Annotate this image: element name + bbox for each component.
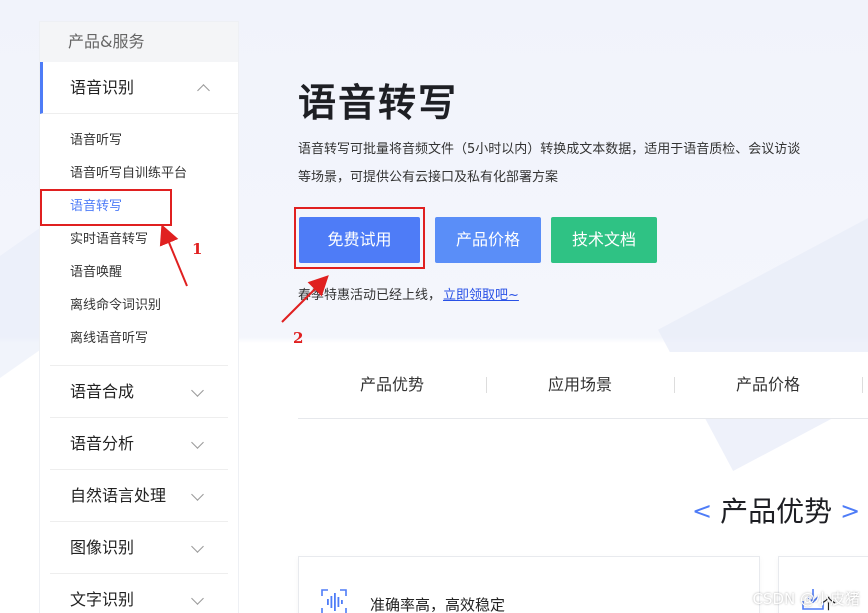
tab-product-advantages[interactable]: 产品优势	[298, 352, 486, 418]
card-title: 准确率高，高效稳定	[370, 596, 506, 613]
sidebar-category-speech-synthesis[interactable]: 语音合成	[50, 366, 228, 418]
sidebar-subitem-dictation[interactable]: 语音听写	[50, 124, 228, 157]
promo-banner: 春季特惠活动已经上线， 立即领取吧~	[298, 284, 519, 303]
sidebar-category-label: 文字识别	[70, 590, 135, 609]
chevron-up-icon	[197, 83, 210, 97]
section-tabs: 产品优势 应用场景 产品价格	[298, 352, 868, 419]
sidebar-subitem-offline-command[interactable]: 离线命令词识别	[50, 289, 228, 322]
product-price-button[interactable]: 产品价格	[435, 217, 541, 263]
promo-link[interactable]: 立即领取吧~	[443, 288, 519, 303]
sidebar-category-text-recognition[interactable]: 文字识别	[50, 574, 228, 613]
tab-use-cases[interactable]: 应用场景	[486, 352, 674, 418]
page-description: 语音转写可批量将音频文件（5小时以内）转换成文本数据，适用于语音质检、会议访谈等…	[298, 142, 801, 185]
free-trial-button[interactable]: 免费试用	[299, 217, 420, 263]
sidebar-category-label: 自然语言处理	[70, 486, 167, 505]
tab-divider	[862, 377, 863, 393]
chevron-down-icon	[191, 383, 204, 397]
section-title: < 产品优势 >	[684, 490, 868, 530]
chevron-down-icon	[191, 539, 204, 553]
sidebar-category-label: 语音识别	[70, 78, 135, 97]
section-prev-icon[interactable]: <	[692, 497, 712, 525]
tech-docs-button[interactable]: 技术文档	[551, 217, 657, 263]
section-title-text: 产品优势	[720, 495, 833, 528]
sidebar-subitem-dictation-training[interactable]: 语音听写自训练平台	[50, 157, 228, 190]
tab-product-price[interactable]: 产品价格	[674, 352, 862, 418]
sidebar-subitem-transcription[interactable]: 语音转写	[40, 189, 228, 226]
sidebar-category-speech-analysis[interactable]: 语音分析	[50, 418, 228, 470]
sidebar-category-image-recognition[interactable]: 图像识别	[50, 522, 228, 574]
sidebar-category-label: 图像识别	[70, 538, 135, 557]
annotation-number-1: 1	[192, 240, 203, 258]
sidebar-header: 产品&服务	[40, 22, 238, 62]
annotation-number-2: 2	[293, 329, 304, 347]
sidebar: 产品&服务 语音识别 语音听写 语音听写自训练平台 语音转写 实时语音转写 语音…	[40, 22, 238, 613]
page-title: 语音转写	[298, 81, 459, 125]
sidebar-subitem-wake-up[interactable]: 语音唤醒	[50, 256, 228, 289]
page: 产品&服务 语音识别 语音听写 语音听写自训练平台 语音转写 实时语音转写 语音…	[0, 0, 868, 613]
chevron-down-icon	[191, 591, 204, 605]
promo-text: 春季特惠活动已经上线，	[298, 288, 442, 303]
watermark: CSDN @小皮猪	[752, 590, 860, 608]
main-content: 语音转写 语音转写可批量将音频文件（5小时以内）转换成文本数据，适用于语音质检、…	[294, 0, 868, 613]
sidebar-category-nlp[interactable]: 自然语言处理	[50, 470, 228, 522]
waveform-scan-icon	[321, 589, 347, 613]
sidebar-category-label: 语音分析	[70, 434, 135, 453]
sidebar-subitem-offline-dictation[interactable]: 离线语音听写	[50, 322, 228, 355]
section-next-icon[interactable]: >	[840, 497, 860, 525]
sidebar-category-speech-recognition[interactable]: 语音识别	[40, 62, 238, 114]
advantage-card: 准确率高，高效稳定	[298, 556, 760, 613]
chevron-down-icon	[191, 487, 204, 501]
sidebar-category-label: 语音合成	[70, 382, 135, 401]
chevron-down-icon	[191, 435, 204, 449]
